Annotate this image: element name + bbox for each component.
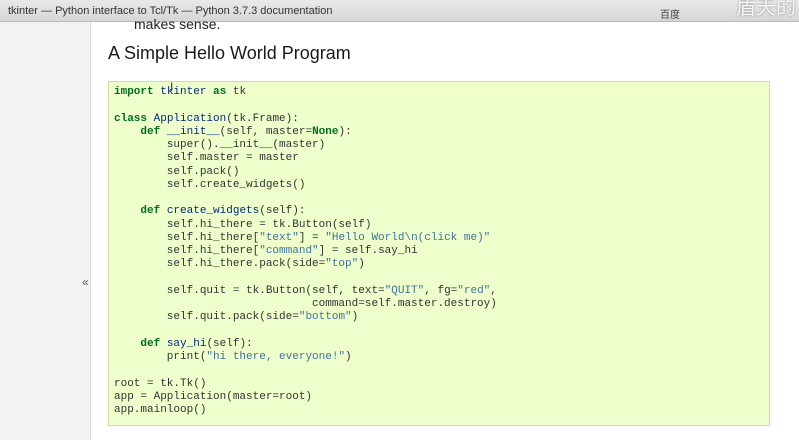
code-line: self.hi_there["text"] = "Hello World\n(c… [114, 231, 491, 244]
code-line: class Application(tk.Frame): [114, 112, 299, 125]
code-line: root = tk.Tk() [114, 377, 207, 390]
text-cursor-icon: I [170, 80, 174, 94]
code-line: def create_widgets(self): [140, 205, 306, 218]
code-line: self.quit = tk.Button(self, text="QUIT",… [114, 284, 497, 297]
code-line: self.quit.pack(side="bottom") [114, 311, 359, 324]
previous-paragraph-text: makes sense. [134, 16, 221, 32]
code-line: def __init__(self, master=None): [140, 125, 352, 138]
docs-sidebar: « [0, 22, 91, 440]
browser-tab-bar: tkinter — Python interface to Tcl/Tk — P… [0, 0, 799, 22]
video-watermark: 盾天的 [736, 0, 796, 19]
code-line: print("hi there, everyone!") [114, 351, 352, 363]
code-line: self.master = master [114, 152, 299, 165]
baidu-link[interactable]: 百度 [660, 6, 680, 21]
code-line: def say_hi(self): [140, 337, 253, 350]
code-line: app = Application(master=root) [114, 390, 313, 403]
code-block[interactable]: import tkinter as tk​class Application(t… [108, 81, 770, 426]
code-line: ​ [114, 192, 497, 205]
code-line: ​ [114, 272, 497, 285]
code-line: self.pack() [114, 165, 240, 178]
code-line: ​ [114, 325, 497, 338]
code-line: app.mainloop() [114, 404, 207, 416]
code-line: self.hi_there.pack(side="top") [114, 258, 365, 271]
collapse-sidebar-icon[interactable]: « [82, 275, 89, 289]
code-line: self.create_widgets() [114, 178, 306, 191]
code-line: command=self.master.destroy) [114, 298, 497, 310]
code-line: ​ [114, 99, 497, 112]
code-line: super().__init__(master) [114, 139, 326, 151]
docs-content: makes sense. A Simple Hello World Progra… [92, 16, 799, 440]
code-line: self.hi_there = tk.Button(self) [114, 218, 372, 231]
code-listing[interactable]: import tkinter as tk​class Application(t… [114, 86, 497, 417]
code-line: ​ [114, 364, 497, 377]
code-line: self.hi_there["command"] = self.say_hi [114, 245, 418, 257]
section-heading: A Simple Hello World Program [108, 43, 351, 63]
